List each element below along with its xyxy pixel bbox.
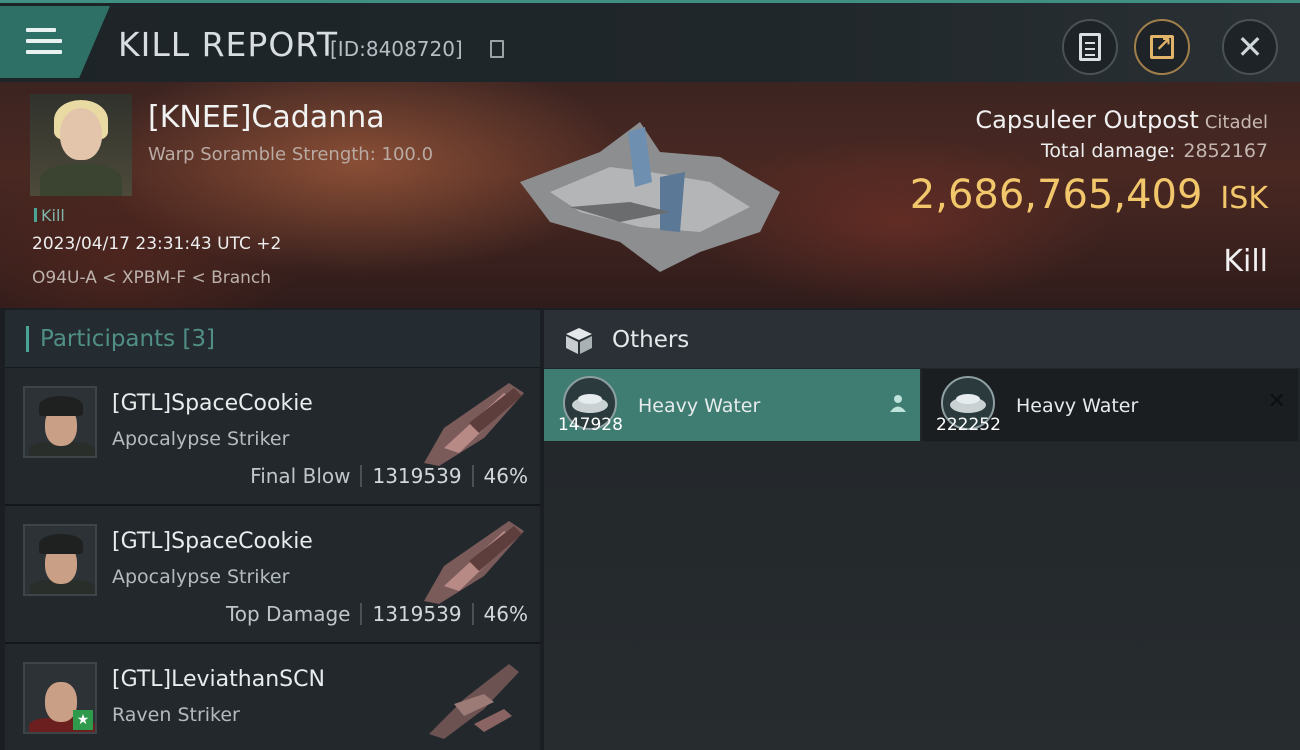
page-title: KILL REPORT [118, 25, 338, 64]
participant-row[interactable]: [GTL]SpaceCookie Apocalypse Striker Top … [5, 506, 540, 644]
clipboard-icon [1079, 33, 1101, 61]
cube-icon [566, 328, 592, 354]
participant-damage: 1319539 [372, 464, 462, 488]
person-icon [890, 395, 906, 412]
participant-name: [GTL]LeviathanSCN [112, 667, 325, 692]
item-quantity: 222252 [936, 415, 1001, 435]
others-item-list: 147928 Heavy Water 222252 Heavy Water ✕ [544, 369, 1300, 441]
participant-ship: Apocalypse Striker [112, 428, 290, 450]
others-title: Others [612, 327, 690, 353]
destroyed-structure-image [520, 122, 780, 272]
participant-ship: Raven Striker [112, 704, 240, 726]
total-damage-value: 2852167 [1183, 140, 1268, 162]
participant-ship: Apocalypse Striker [112, 566, 290, 588]
menu-icon [26, 28, 62, 58]
participants-panel: Participants [3] [GTL]SpaceCookie Apocal… [5, 310, 540, 750]
participants-title: Participants [3] [40, 326, 215, 352]
participant-name: [GTL]SpaceCookie [112, 529, 313, 554]
victim-banner: [KNEE]Cadanna Warp Soramble Strength: 10… [0, 82, 1300, 308]
participant-role: Final Blow [250, 464, 351, 488]
total-damage: Total damage: 2852167 [1041, 140, 1268, 162]
participant-row[interactable]: [GTL]SpaceCookie Apocalypse Striker Fina… [5, 368, 540, 506]
participant-ship-image [424, 521, 524, 604]
copy-icon[interactable] [490, 40, 504, 58]
header-bar: KILL REPORT [ID:8408720] ✕ [0, 0, 1300, 82]
kill-location[interactable]: O94U-A < XPBM-F < Branch [32, 268, 271, 288]
result-label: Kill [1223, 244, 1268, 279]
close-icon: ✕ [1236, 28, 1264, 66]
total-damage-label: Total damage: [1040, 140, 1176, 162]
share-icon [1150, 32, 1174, 59]
clipboard-button[interactable] [1062, 19, 1118, 75]
participant-role: Top Damage [225, 602, 351, 626]
victim-subtitle: Warp Soramble Strength: 100.0 [148, 144, 434, 165]
others-item[interactable]: 222252 Heavy Water ✕ [922, 369, 1298, 441]
participant-stats: Top Damage 1319539 46% [226, 602, 528, 626]
structure-class: Citadel [1204, 112, 1268, 133]
report-id: [ID:8408720] [330, 37, 463, 61]
isk-amount: 2,686,765,409 [909, 172, 1203, 218]
menu-button[interactable] [0, 6, 110, 78]
participant-ship-image [429, 664, 519, 739]
participants-header: Participants [3] [5, 310, 540, 368]
close-icon[interactable]: ✕ [1268, 389, 1286, 414]
others-panel: Others 147928 Heavy Water 222252 Heavy W… [544, 310, 1300, 750]
item-quantity: 147928 [558, 415, 623, 435]
participant-stats: Final Blow 1319539 46% [250, 464, 528, 488]
victim-portrait[interactable] [30, 94, 132, 196]
star-badge-icon: ★ [73, 710, 93, 730]
participant-percent: 46% [483, 464, 528, 488]
close-button[interactable]: ✕ [1222, 19, 1278, 75]
others-item[interactable]: 147928 Heavy Water [544, 369, 920, 441]
isk-unit: ISK [1220, 181, 1268, 216]
participant-percent: 46% [483, 602, 528, 626]
participant-ship-image [424, 383, 524, 466]
item-name: Heavy Water [638, 395, 761, 417]
item-name: Heavy Water [1016, 395, 1139, 417]
participant-row[interactable]: ★ [GTL]LeviathanSCN Raven Striker [5, 644, 540, 750]
structure-name[interactable]: Capsuleer Outpost Citadel [975, 106, 1268, 134]
others-empty-area [544, 442, 1300, 750]
participant-damage: 1319539 [372, 602, 462, 626]
participant-avatar[interactable]: ★ [23, 662, 97, 734]
participant-avatar[interactable] [23, 386, 97, 458]
participant-avatar[interactable] [23, 524, 97, 596]
kill-datetime: 2023/04/17 23:31:43 UTC +2 [32, 234, 282, 254]
others-header: Others [544, 310, 1300, 368]
isk-value: 2,686,765,409 ISK [910, 172, 1268, 218]
share-button[interactable] [1134, 19, 1190, 75]
victim-name[interactable]: [KNEE]Cadanna [148, 100, 385, 135]
kill-tag: Kill [34, 206, 65, 225]
structure-type: Capsuleer Outpost [975, 106, 1199, 134]
participant-name: [GTL]SpaceCookie [112, 391, 313, 416]
